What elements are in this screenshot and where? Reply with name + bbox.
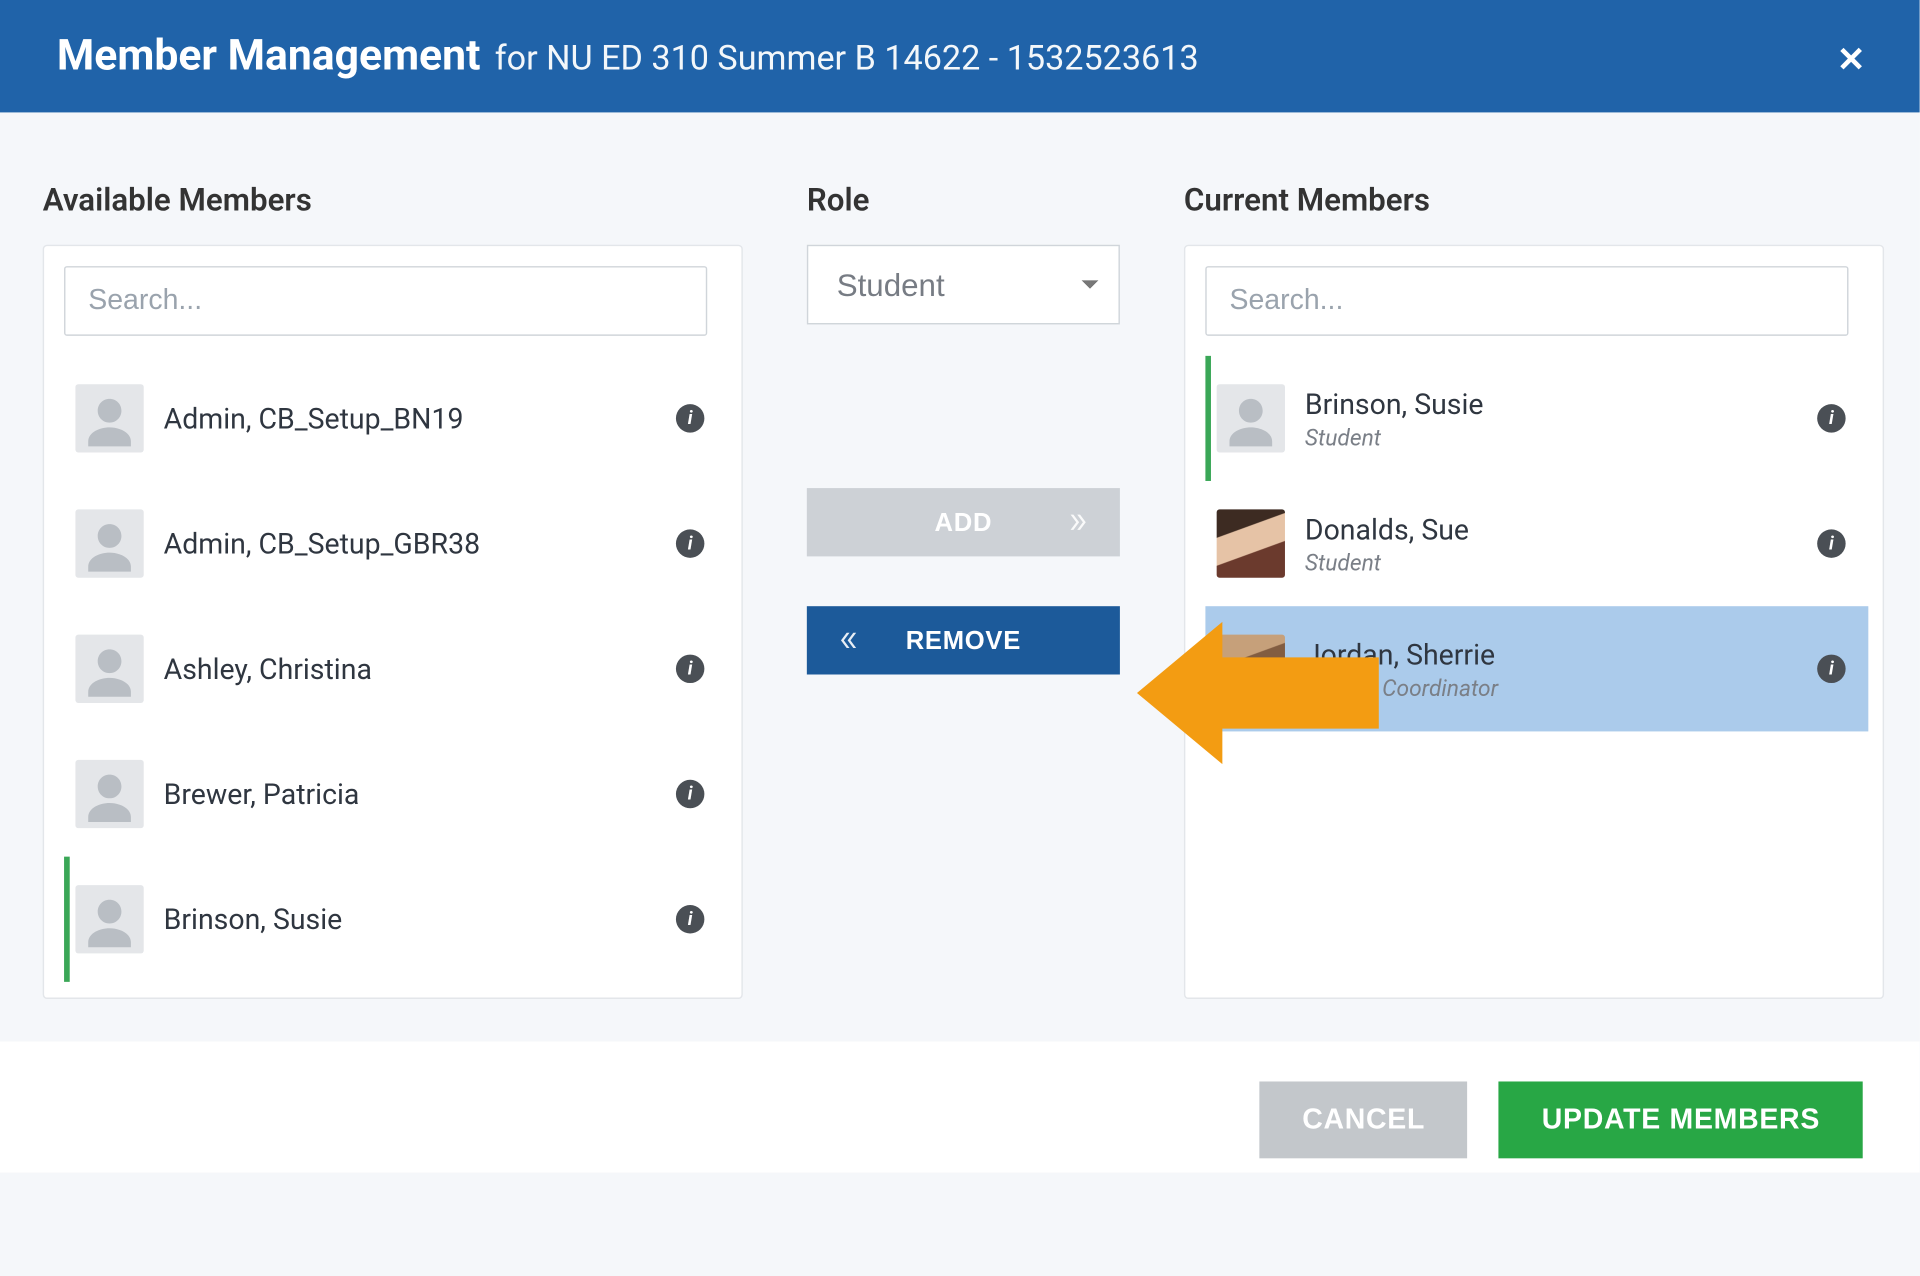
dialog-subtitle: for NU ED 310 Summer B 14622 - 153252361… bbox=[495, 38, 1199, 78]
member-name: Donalds, Sue bbox=[1305, 512, 1817, 546]
member-row[interactable]: Admin, CB_Setup_GBR38i bbox=[64, 481, 727, 606]
member-row[interactable]: Admin, CB_Setup_BN19i bbox=[64, 356, 727, 481]
member-name: Admin, CB_Setup_GBR38 bbox=[164, 527, 676, 561]
available-search-input[interactable] bbox=[64, 266, 707, 336]
chevron-right-icon bbox=[1066, 511, 1089, 534]
dialog-footer: CANCEL UPDATE MEMBERS bbox=[0, 1042, 1920, 1173]
info-icon[interactable]: i bbox=[676, 780, 704, 808]
member-text: Brinson, Susie bbox=[164, 902, 676, 936]
current-search-input[interactable] bbox=[1205, 266, 1848, 336]
dialog-body: Available Members Admin, CB_Setup_BN19iA… bbox=[0, 112, 1920, 1041]
avatar bbox=[75, 885, 143, 953]
current-members-list[interactable]: Brinson, SusieStudentiDonalds, SueStuden… bbox=[1205, 356, 1868, 984]
member-text: Brinson, Susie Student bbox=[1305, 386, 1817, 450]
cancel-button[interactable]: CANCEL bbox=[1260, 1081, 1468, 1158]
member-text: Admin, CB_Setup_BN19 bbox=[164, 401, 676, 435]
available-members-panel: Admin, CB_Setup_BN19iAdmin, CB_Setup_GBR… bbox=[43, 245, 743, 999]
remove-button-label: REMOVE bbox=[906, 625, 1021, 655]
info-icon[interactable]: i bbox=[676, 529, 704, 557]
role-label: Role bbox=[807, 184, 1120, 220]
close-icon[interactable]: ✕ bbox=[1837, 40, 1866, 80]
info-icon[interactable]: i bbox=[676, 404, 704, 432]
member-row[interactable]: Brinson, Susiei bbox=[64, 857, 727, 982]
dialog-title: Member Management bbox=[57, 31, 481, 81]
available-members-column: Available Members Admin, CB_Setup_BN19iA… bbox=[43, 184, 743, 999]
current-members-panel: Brinson, SusieStudentiDonalds, SueStuden… bbox=[1184, 245, 1884, 999]
member-management-dialog: Member Management for NU ED 310 Summer B… bbox=[0, 0, 1920, 1173]
add-button[interactable]: ADD bbox=[807, 488, 1120, 556]
member-row[interactable]: Brinson, Susie Studenti bbox=[1205, 356, 1868, 481]
member-row[interactable]: Brewer, Patriciai bbox=[64, 731, 727, 856]
info-icon[interactable]: i bbox=[1817, 404, 1845, 432]
available-members-label: Available Members bbox=[43, 184, 743, 220]
member-text: Jordan, Sherrie Clinical Coordinator bbox=[1305, 637, 1817, 701]
member-role: Student bbox=[1305, 549, 1817, 576]
role-select[interactable]: Student bbox=[807, 245, 1120, 325]
avatar bbox=[1217, 384, 1285, 452]
member-text: Ashley, Christina bbox=[164, 652, 676, 686]
chevron-left-icon bbox=[838, 629, 861, 652]
info-icon[interactable]: i bbox=[676, 905, 704, 933]
member-text: Donalds, Sue Student bbox=[1305, 512, 1817, 576]
member-name: Admin, CB_Setup_BN19 bbox=[164, 401, 676, 435]
dialog-header: Member Management for NU ED 310 Summer B… bbox=[0, 0, 1920, 112]
avatar bbox=[75, 509, 143, 577]
member-role: Clinical Coordinator bbox=[1305, 674, 1817, 701]
avatar bbox=[1217, 509, 1285, 577]
avatar bbox=[75, 635, 143, 703]
member-name: Jordan, Sherrie bbox=[1305, 637, 1817, 671]
current-members-column: Current Members Brinson, SusieStudentiDo… bbox=[1184, 184, 1884, 999]
member-name: Brinson, Susie bbox=[1305, 386, 1817, 420]
current-members-label: Current Members bbox=[1184, 184, 1884, 220]
member-name: Ashley, Christina bbox=[164, 652, 676, 686]
member-row[interactable]: Jordan, Sherrie Clinical Coordinatori bbox=[1205, 606, 1868, 731]
info-icon[interactable]: i bbox=[676, 655, 704, 683]
avatar bbox=[75, 760, 143, 828]
role-actions-column: Role Student ADD REMOVE bbox=[807, 184, 1120, 999]
member-text: Admin, CB_Setup_GBR38 bbox=[164, 527, 676, 561]
member-role: Student bbox=[1305, 423, 1817, 450]
avatar bbox=[75, 384, 143, 452]
member-name: Brewer, Patricia bbox=[164, 777, 676, 811]
info-icon[interactable]: i bbox=[1817, 655, 1845, 683]
remove-button[interactable]: REMOVE bbox=[807, 606, 1120, 674]
member-name: Brinson, Susie bbox=[164, 902, 676, 936]
add-button-label: ADD bbox=[935, 507, 993, 537]
member-row[interactable]: Ashley, Christinai bbox=[64, 606, 727, 731]
available-members-list[interactable]: Admin, CB_Setup_BN19iAdmin, CB_Setup_GBR… bbox=[64, 356, 727, 984]
member-row[interactable]: Donalds, Sue Studenti bbox=[1205, 481, 1868, 606]
info-icon[interactable]: i bbox=[1817, 529, 1845, 557]
member-text: Brewer, Patricia bbox=[164, 777, 676, 811]
update-members-button[interactable]: UPDATE MEMBERS bbox=[1499, 1081, 1863, 1158]
avatar bbox=[1217, 635, 1285, 703]
